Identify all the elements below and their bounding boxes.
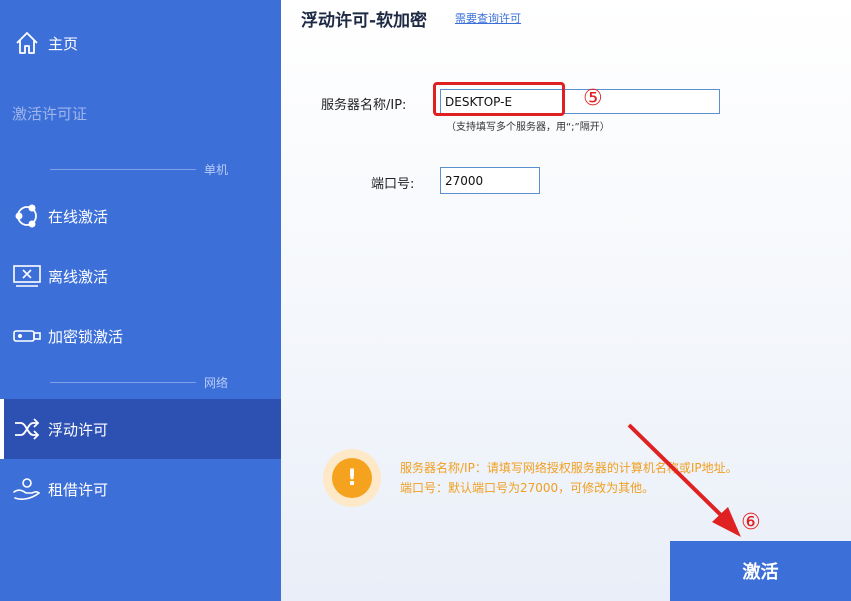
step-6-marker: ⑥ (741, 510, 761, 535)
activate-license-label: 激活许可证 (12, 105, 88, 123)
info-line-server: 服务器名称/IP：请填写网络授权服务器的计算机名称或IP地址。 (400, 461, 738, 475)
server-label: 服务器名称/IP: (321, 98, 407, 113)
shuffle-icon (12, 414, 42, 444)
monitor-x-icon (12, 261, 42, 291)
sidebar-item-label: 在线激活 (48, 207, 109, 226)
sidebar-item-offline-activation[interactable]: 离线激活 (0, 246, 281, 306)
section-label-standalone: 单机 (204, 163, 229, 177)
share-network-icon (12, 201, 42, 231)
hand-share-icon (12, 474, 42, 504)
port-input[interactable] (440, 167, 540, 194)
sidebar-item-label: 租借许可 (48, 480, 109, 499)
page-title: 浮动许可-软加密 (301, 11, 428, 31)
server-hint: （支持填写多个服务器，用“;”隔开） (446, 122, 610, 133)
section-divider (50, 382, 196, 383)
sidebar-item-label: 加密锁激活 (48, 327, 124, 346)
port-label: 端口号: (371, 177, 415, 192)
usb-key-icon (12, 321, 42, 351)
section-label-network: 网络 (204, 376, 229, 390)
sidebar-item-online-activation[interactable]: 在线激活 (0, 186, 281, 246)
sidebar-item-label: 浮动许可 (48, 420, 109, 439)
sidebar: 主页 激活许可证 单机 在线激活 离线激活 加密锁激活 网络 浮动许可 租借许可 (0, 0, 281, 601)
sidebar-item-home[interactable]: 主页 (0, 13, 281, 73)
home-icon (12, 28, 42, 58)
step-5-marker: ⑤ (583, 86, 603, 111)
sidebar-item-floating-license[interactable]: 浮动许可 (0, 399, 281, 459)
info-line-port: 端口号：默认端口号为27000，可修改为其他。 (400, 481, 655, 495)
exclamation-icon: ! (332, 458, 372, 498)
sidebar-item-dongle-activation[interactable]: 加密锁激活 (0, 306, 281, 366)
section-divider (50, 169, 196, 170)
sidebar-item-label: 离线激活 (48, 267, 109, 286)
activate-button[interactable]: 激活 (670, 541, 851, 601)
sidebar-item-borrow-license[interactable]: 租借许可 (0, 459, 281, 519)
server-input-highlight (433, 82, 565, 116)
info-badge: ! (323, 449, 381, 507)
query-license-link[interactable]: 需要查询许可 (455, 10, 521, 26)
main-panel: 浮动许可-软加密 需要查询许可 服务器名称/IP: （支持填写多个服务器，用“;… (281, 0, 851, 601)
sidebar-item-label: 主页 (48, 34, 79, 53)
